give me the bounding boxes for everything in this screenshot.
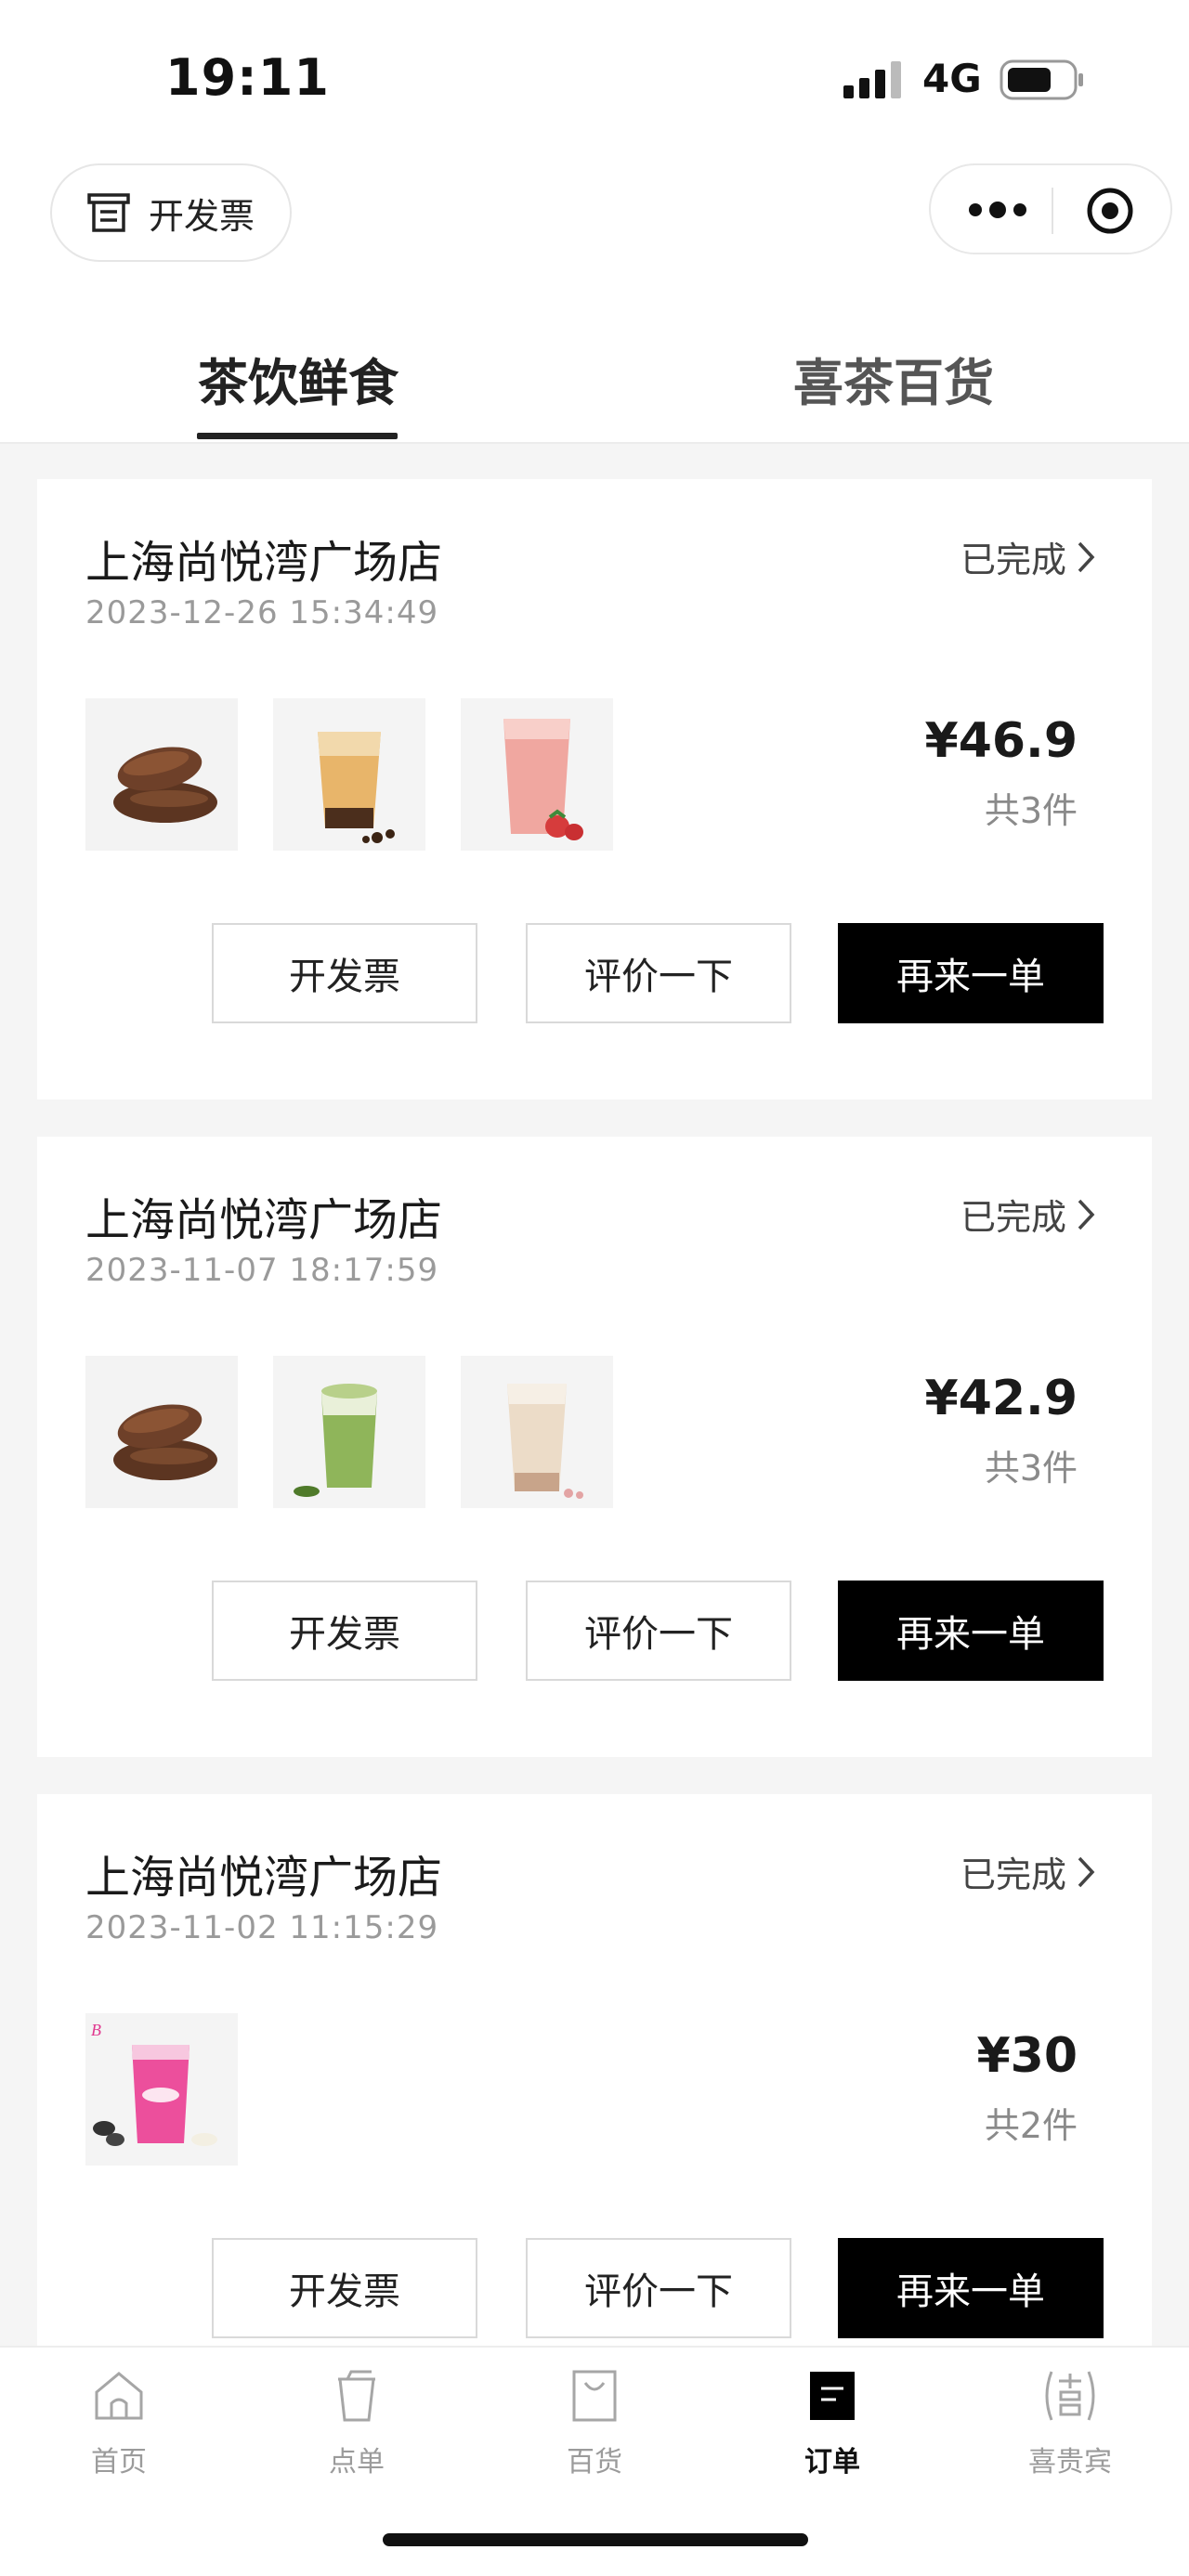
- product-thumb: [461, 1356, 613, 1508]
- miniprogram-capsule: [929, 163, 1172, 254]
- invoice-header-label: 开发票: [149, 195, 255, 237]
- order-card[interactable]: 上海尚悦湾广场店 已完成 2023-11-07 18:17:59 ¥42.9 共…: [37, 1137, 1152, 1757]
- network-label: 4G: [922, 56, 982, 101]
- milk-tea-image: [273, 698, 425, 851]
- order-icon: [810, 2372, 855, 2420]
- nav-goods-label: 百货: [567, 2446, 622, 2478]
- invoice-button[interactable]: 开发票: [212, 1581, 477, 1681]
- store-name: 上海尚悦湾广场店: [85, 537, 443, 589]
- order-list-screen: 19:11 4G 开发票 茶饮鲜食 喜茶百货 上海尚悦湾广场店 已完成 2023…: [0, 0, 1189, 2576]
- shopping-bag-icon: [572, 2370, 617, 2422]
- home-icon: [95, 2372, 143, 2420]
- nav-goods[interactable]: 百货: [502, 2366, 687, 2479]
- review-button[interactable]: 评价一下: [526, 2238, 791, 2338]
- order-status-label: 已完成: [960, 1197, 1066, 1238]
- nav-vip-label: 喜贵宾: [1028, 2446, 1112, 2478]
- order-time: 2023-12-26 15:34:49: [85, 594, 439, 631]
- battery-icon: [1000, 59, 1083, 100]
- order-status[interactable]: 已完成: [960, 1189, 1096, 1240]
- pastry-image: [85, 698, 238, 851]
- order-card[interactable]: 上海尚悦湾广场店 已完成 2023-11-02 11:15:29 B ¥30 共…: [37, 1794, 1152, 2414]
- nav-home[interactable]: 首页: [26, 2366, 212, 2479]
- review-button[interactable]: 评价一下: [526, 923, 791, 1023]
- status-time: 19:11: [165, 48, 330, 107]
- item-count: 共3件: [984, 790, 1078, 831]
- tab-divider: [0, 442, 1189, 444]
- item-count: 共2件: [984, 2105, 1078, 2146]
- order-card[interactable]: 上海尚悦湾广场店 已完成 2023-12-26 15:34:49 ¥46.9 共…: [37, 479, 1152, 1099]
- nav-vip[interactable]: 喜贵宾: [977, 2366, 1163, 2479]
- nav-order-menu-label: 点单: [329, 2446, 385, 2478]
- chevron-right-icon: [1078, 1199, 1095, 1229]
- boba-milk-tea-image: [461, 1356, 613, 1508]
- more-icon[interactable]: [968, 199, 1027, 221]
- order-price: ¥46.9: [924, 713, 1078, 769]
- capsule-divider: [1052, 188, 1053, 234]
- close-miniprogram-icon[interactable]: [1085, 186, 1135, 236]
- nav-home-label: 首页: [91, 2446, 147, 2478]
- pastry-image: [85, 1356, 238, 1508]
- store-name: 上海尚悦湾广场店: [85, 1852, 443, 1904]
- cup-icon: [338, 2370, 375, 2422]
- nav-orders[interactable]: 订单: [739, 2366, 925, 2479]
- nav-orders-label: 订单: [804, 2446, 860, 2478]
- tab-heytea-goods[interactable]: 喜茶百货: [793, 342, 994, 415]
- nav-order-menu[interactable]: 点单: [264, 2366, 450, 2479]
- tab-tea-fresh-food[interactable]: 茶饮鲜食: [198, 342, 399, 415]
- order-price: ¥30: [976, 2028, 1078, 2084]
- reorder-button[interactable]: 再来一单: [838, 1581, 1104, 1681]
- reorder-button[interactable]: 再来一单: [838, 2238, 1104, 2338]
- product-thumb: [85, 698, 238, 851]
- order-time: 2023-11-07 18:17:59: [85, 1252, 439, 1289]
- store-name: 上海尚悦湾广场店: [85, 1194, 443, 1246]
- strawberry-drink-image: [461, 698, 613, 851]
- order-time: 2023-11-02 11:15:29: [85, 1909, 439, 1946]
- active-tab-indicator: [197, 433, 398, 439]
- order-status-label: 已完成: [960, 540, 1066, 580]
- invoice-icon: [87, 193, 130, 232]
- product-thumb: [461, 698, 613, 851]
- order-status[interactable]: 已完成: [960, 531, 1096, 582]
- order-status[interactable]: 已完成: [960, 1846, 1096, 1897]
- matcha-drink-image: [273, 1356, 425, 1508]
- product-thumb: [273, 698, 425, 851]
- chevron-right-icon: [1078, 541, 1095, 572]
- invoice-button[interactable]: 开发票: [212, 923, 477, 1023]
- invoice-header-button[interactable]: 开发票: [50, 163, 292, 262]
- signal-icon: [843, 61, 901, 98]
- product-thumb: [273, 1356, 425, 1508]
- chevron-right-icon: [1078, 1856, 1095, 1887]
- order-status-label: 已完成: [960, 1854, 1066, 1895]
- product-thumb: [85, 1356, 238, 1508]
- order-price: ¥42.9: [924, 1371, 1078, 1426]
- review-button[interactable]: 评价一下: [526, 1581, 791, 1681]
- vip-icon: [1045, 2371, 1095, 2421]
- barbie-drink-image: B: [85, 2013, 238, 2166]
- svg-text:B: B: [91, 2021, 101, 2039]
- item-count: 共3件: [984, 1448, 1078, 1489]
- reorder-button[interactable]: 再来一单: [838, 923, 1104, 1023]
- product-thumb: B: [85, 2013, 238, 2166]
- invoice-button[interactable]: 开发票: [212, 2238, 477, 2338]
- header-area: 19:11 4G 开发票 茶饮鲜食 喜茶百货: [0, 0, 1189, 444]
- home-indicator[interactable]: [383, 2533, 808, 2546]
